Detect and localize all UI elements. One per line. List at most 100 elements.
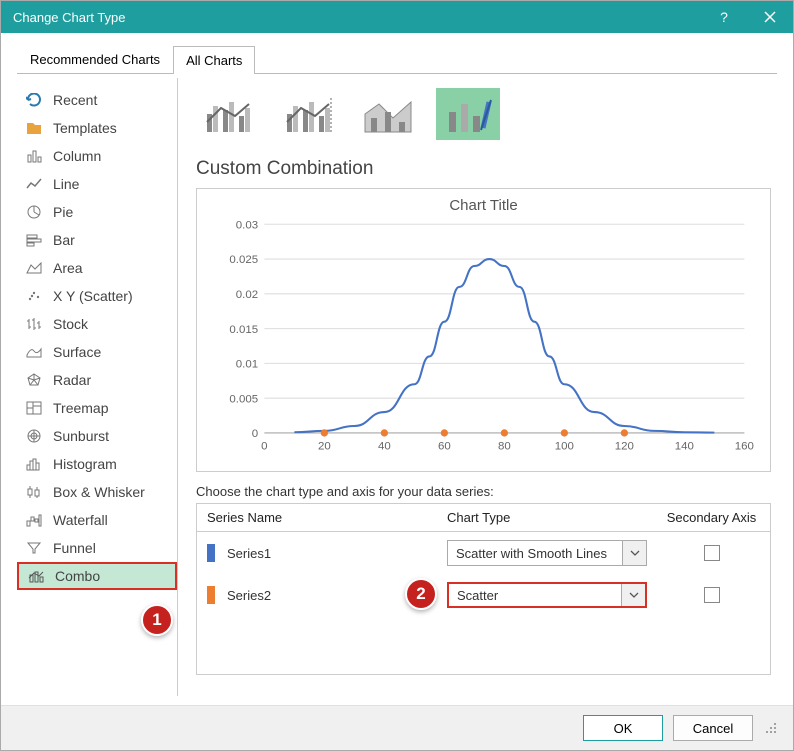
svg-text:40: 40 [378, 441, 391, 453]
gallery-item-custom-combination[interactable] [436, 88, 500, 140]
column-icon [25, 147, 43, 165]
series-row: Series2 2 Scatter [197, 574, 770, 616]
svg-text:160: 160 [735, 441, 754, 453]
svg-text:120: 120 [615, 441, 634, 453]
sidebar-item-label: Column [53, 148, 101, 164]
svg-text:0.005: 0.005 [229, 393, 258, 405]
sidebar-item-label: Surface [53, 344, 101, 360]
sidebar-item-label: Recent [53, 92, 97, 108]
sidebar-item-label: Line [53, 176, 79, 192]
sidebar-item-column[interactable]: Column [17, 142, 177, 170]
sidebar-item-box-whisker[interactable]: Box & Whisker [17, 478, 177, 506]
waterfall-icon [25, 511, 43, 529]
sidebar-item-bar[interactable]: Bar [17, 226, 177, 254]
chart-preview-title: Chart Title [207, 197, 760, 214]
sidebar-item-surface[interactable]: Surface [17, 338, 177, 366]
svg-text:100: 100 [555, 441, 574, 453]
gallery-item-clustered-column-line-secondary[interactable] [276, 88, 340, 140]
tab-recommended-charts[interactable]: Recommended Charts [17, 45, 173, 73]
gallery-item-clustered-column-line[interactable] [196, 88, 260, 140]
recent-icon [25, 91, 43, 109]
sidebar-item-templates[interactable]: Templates [17, 114, 177, 142]
sidebar-item-label: Combo [55, 568, 100, 584]
cancel-button[interactable]: Cancel [673, 715, 753, 741]
gallery-item-stacked-area-column[interactable] [356, 88, 420, 140]
secondary-axis-checkbox-series1[interactable] [704, 545, 720, 561]
sidebar-item-label: Stock [53, 316, 88, 332]
sidebar-item-label: Bar [53, 232, 75, 248]
sidebar-item-label: Area [53, 260, 83, 276]
sidebar-item-stock[interactable]: Stock [17, 310, 177, 338]
svg-text:20: 20 [318, 441, 331, 453]
series-table-header: Series Name Chart Type Secondary Axis [197, 504, 770, 532]
chevron-down-icon [622, 541, 646, 565]
chart-canvas: 00.0050.010.0150.020.0250.03020406080100… [207, 218, 760, 458]
sidebar-item-funnel[interactable]: Funnel [17, 534, 177, 562]
area-icon [25, 259, 43, 277]
sidebar-item-scatter[interactable]: X Y (Scatter) [17, 282, 177, 310]
dialog-footer: OK Cancel [1, 706, 793, 750]
sunburst-icon [25, 427, 43, 445]
svg-text:0.01: 0.01 [236, 359, 258, 371]
series-row: Series1 Scatter with Smooth Lines [197, 532, 770, 574]
scatter-icon [25, 287, 43, 305]
treemap-icon [25, 399, 43, 417]
dialog-body: Recommended Charts All Charts Recent Tem… [1, 33, 793, 706]
close-icon [764, 11, 776, 23]
series-name-label: Series1 [227, 546, 271, 561]
tab-all-charts[interactable]: All Charts [173, 46, 255, 74]
chart-type-select-series1[interactable]: Scatter with Smooth Lines [447, 540, 647, 566]
svg-text:80: 80 [498, 441, 511, 453]
sidebar-item-label: Histogram [53, 456, 117, 472]
chart-preview: Chart Title 00.0050.010.0150.020.0250.03… [196, 188, 771, 472]
sidebar-item-pie[interactable]: Pie [17, 198, 177, 226]
templates-icon [25, 119, 43, 137]
series-instructions: Choose the chart type and axis for your … [196, 484, 771, 499]
header-chart-type: Chart Type [437, 504, 653, 531]
sidebar-item-histogram[interactable]: Histogram [17, 450, 177, 478]
chart-type-sidebar: Recent Templates Column Line Pie Bar [17, 78, 177, 696]
sidebar-item-label: X Y (Scatter) [53, 288, 133, 304]
resize-grip-icon [765, 722, 777, 734]
svg-text:0.015: 0.015 [229, 324, 258, 336]
bar-icon [25, 231, 43, 249]
sidebar-item-label: Waterfall [53, 512, 108, 528]
sidebar-item-label: Templates [53, 120, 117, 136]
chart-type-value: Scatter with Smooth Lines [456, 546, 607, 561]
tab-bar: Recommended Charts All Charts [17, 45, 777, 74]
header-secondary-axis: Secondary Axis [653, 504, 770, 531]
callout-1: 1 [141, 604, 173, 636]
svg-text:60: 60 [438, 441, 451, 453]
sidebar-item-area[interactable]: Area [17, 254, 177, 282]
sidebar-item-waterfall[interactable]: Waterfall [17, 506, 177, 534]
combo-icon [27, 567, 45, 585]
sidebar-item-label: Pie [53, 204, 73, 220]
stock-icon [25, 315, 43, 333]
svg-text:0.025: 0.025 [229, 254, 258, 266]
sidebar-item-radar[interactable]: Radar [17, 366, 177, 394]
box-whisker-icon [25, 483, 43, 501]
chart-type-select-series2[interactable]: Scatter [447, 582, 647, 608]
titlebar-title: Change Chart Type [13, 10, 126, 25]
sidebar-item-combo[interactable]: Combo [17, 562, 177, 590]
sidebar-item-label: Radar [53, 372, 91, 388]
sidebar-item-sunburst[interactable]: Sunburst [17, 422, 177, 450]
help-button[interactable]: ? [701, 1, 747, 33]
main-panel: Custom Combination Chart Title 00.0050.0… [177, 78, 777, 696]
line-icon [25, 175, 43, 193]
surface-icon [25, 343, 43, 361]
secondary-axis-checkbox-series2[interactable] [704, 587, 720, 603]
sidebar-item-recent[interactable]: Recent [17, 86, 177, 114]
ok-button[interactable]: OK [583, 715, 663, 741]
sidebar-item-treemap[interactable]: Treemap [17, 394, 177, 422]
pie-icon [25, 203, 43, 221]
radar-icon [25, 371, 43, 389]
sidebar-item-line[interactable]: Line [17, 170, 177, 198]
section-title: Custom Combination [196, 158, 771, 180]
header-series-name: Series Name [197, 504, 437, 531]
combo-gallery [196, 88, 771, 140]
svg-text:0.03: 0.03 [236, 219, 258, 231]
titlebar: Change Chart Type ? [1, 1, 793, 33]
close-button[interactable] [747, 1, 793, 33]
funnel-icon [25, 539, 43, 557]
